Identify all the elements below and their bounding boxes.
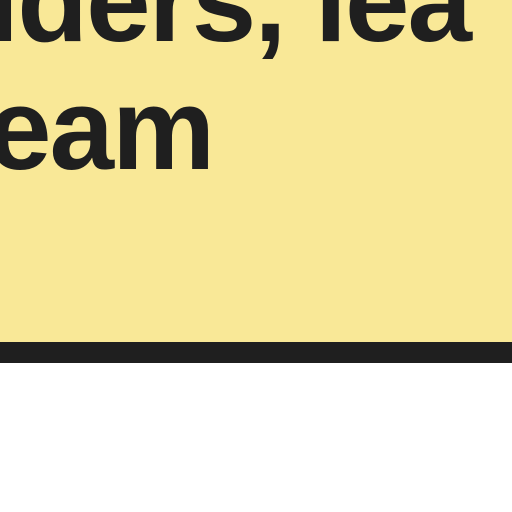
card-text: iders, lea eam — [0, 0, 512, 193]
card-text-line-2: eam — [0, 64, 215, 194]
card-text-line-1: iders, lea — [0, 0, 472, 66]
screen-crop: iders, lea eam — [0, 0, 512, 512]
yellow-text-card: iders, lea eam — [0, 0, 512, 363]
